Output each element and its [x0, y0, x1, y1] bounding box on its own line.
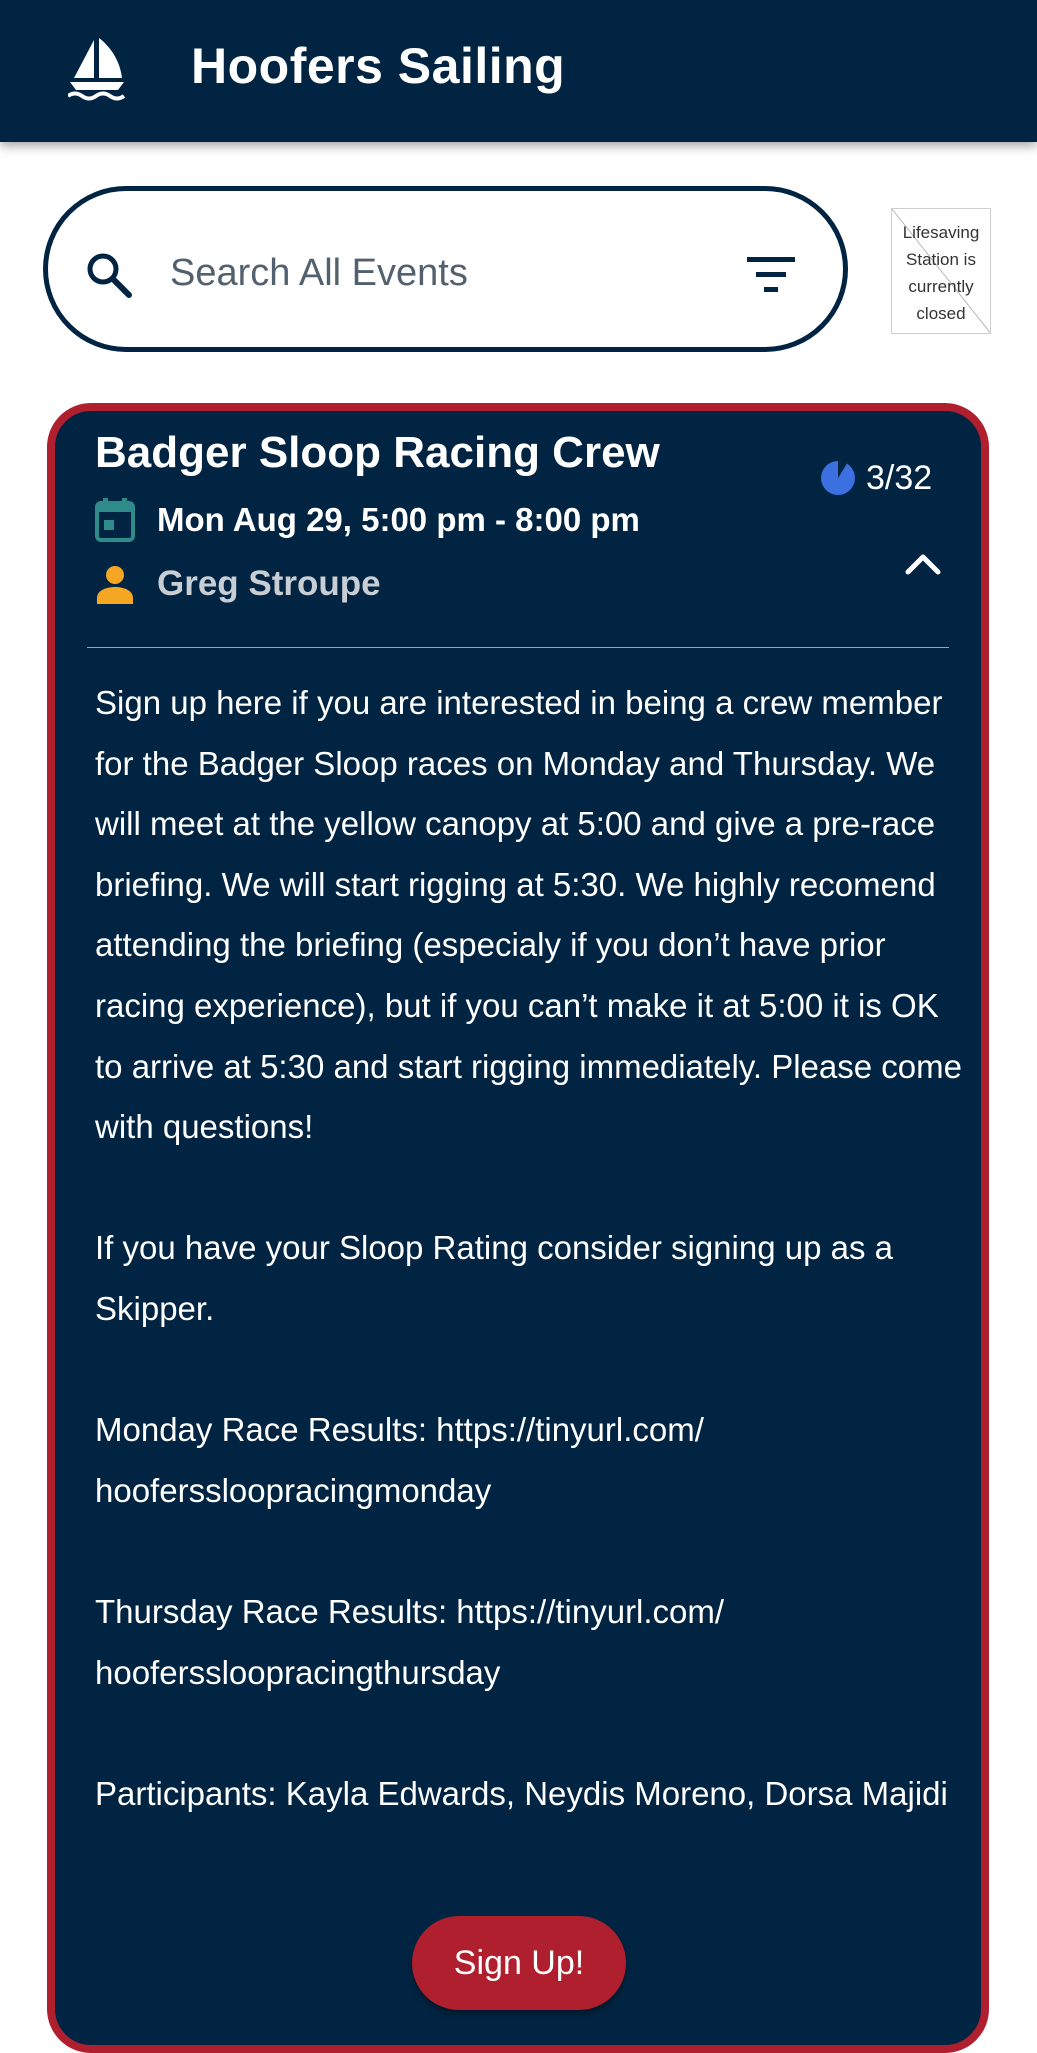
event-datetime: Mon Aug 29, 5:00 pm - 8:00 pm — [157, 501, 640, 538]
description-paragraph: Sign up here if you are interested in be… — [95, 684, 962, 1146]
divider — [87, 647, 949, 648]
lifesaving-status-text: Lifesaving Station is currently closed — [902, 223, 980, 323]
event-title: Badger Sloop Racing Crew — [95, 428, 660, 477]
filter-icon[interactable] — [747, 253, 801, 297]
search-bar[interactable] — [43, 186, 848, 352]
app-bar: Hoofers Sailing — [0, 0, 1037, 142]
description-spacer — [95, 1521, 975, 1582]
event-card[interactable]: Badger Sloop Racing Crew 3/32 Mon Aug 29… — [47, 403, 989, 2053]
description-spacer — [95, 1158, 975, 1219]
capacity-pie-icon — [821, 460, 855, 495]
description-paragraph: Monday Race Results: https://tinyurl.com… — [95, 1411, 704, 1509]
description-paragraph: If you have your Sloop Rating consider s… — [95, 1229, 893, 1327]
description-spacer — [95, 1703, 975, 1764]
description-paragraph: Participants: Kayla Edwards, Neydis More… — [95, 1774, 948, 1812]
sailboat-icon[interactable] — [68, 38, 126, 102]
calendar-icon — [95, 498, 135, 542]
lifesaving-status-image: Lifesaving Station is currently closed — [891, 208, 991, 334]
event-leader-row: Greg Stroupe — [95, 561, 381, 607]
event-leader: Greg Stroupe — [157, 564, 381, 603]
description-paragraph: Thursday Race Results: https://tinyurl.c… — [95, 1592, 725, 1691]
capacity-indicator: 3/32 — [820, 456, 932, 500]
chevron-up-icon[interactable] — [900, 541, 946, 587]
capacity-count: 3/32 — [866, 458, 933, 497]
search-icon[interactable] — [84, 250, 134, 300]
app-title: Hoofers Sailing — [191, 38, 566, 94]
event-date-row: Mon Aug 29, 5:00 pm - 8:00 pm — [95, 497, 640, 543]
description-spacer — [95, 1340, 975, 1401]
search-input[interactable] — [170, 243, 710, 303]
event-description: Sign up here if you are interested in be… — [95, 673, 975, 1824]
person-icon — [97, 566, 133, 604]
sign-up-button[interactable]: Sign Up! — [412, 1916, 626, 2010]
